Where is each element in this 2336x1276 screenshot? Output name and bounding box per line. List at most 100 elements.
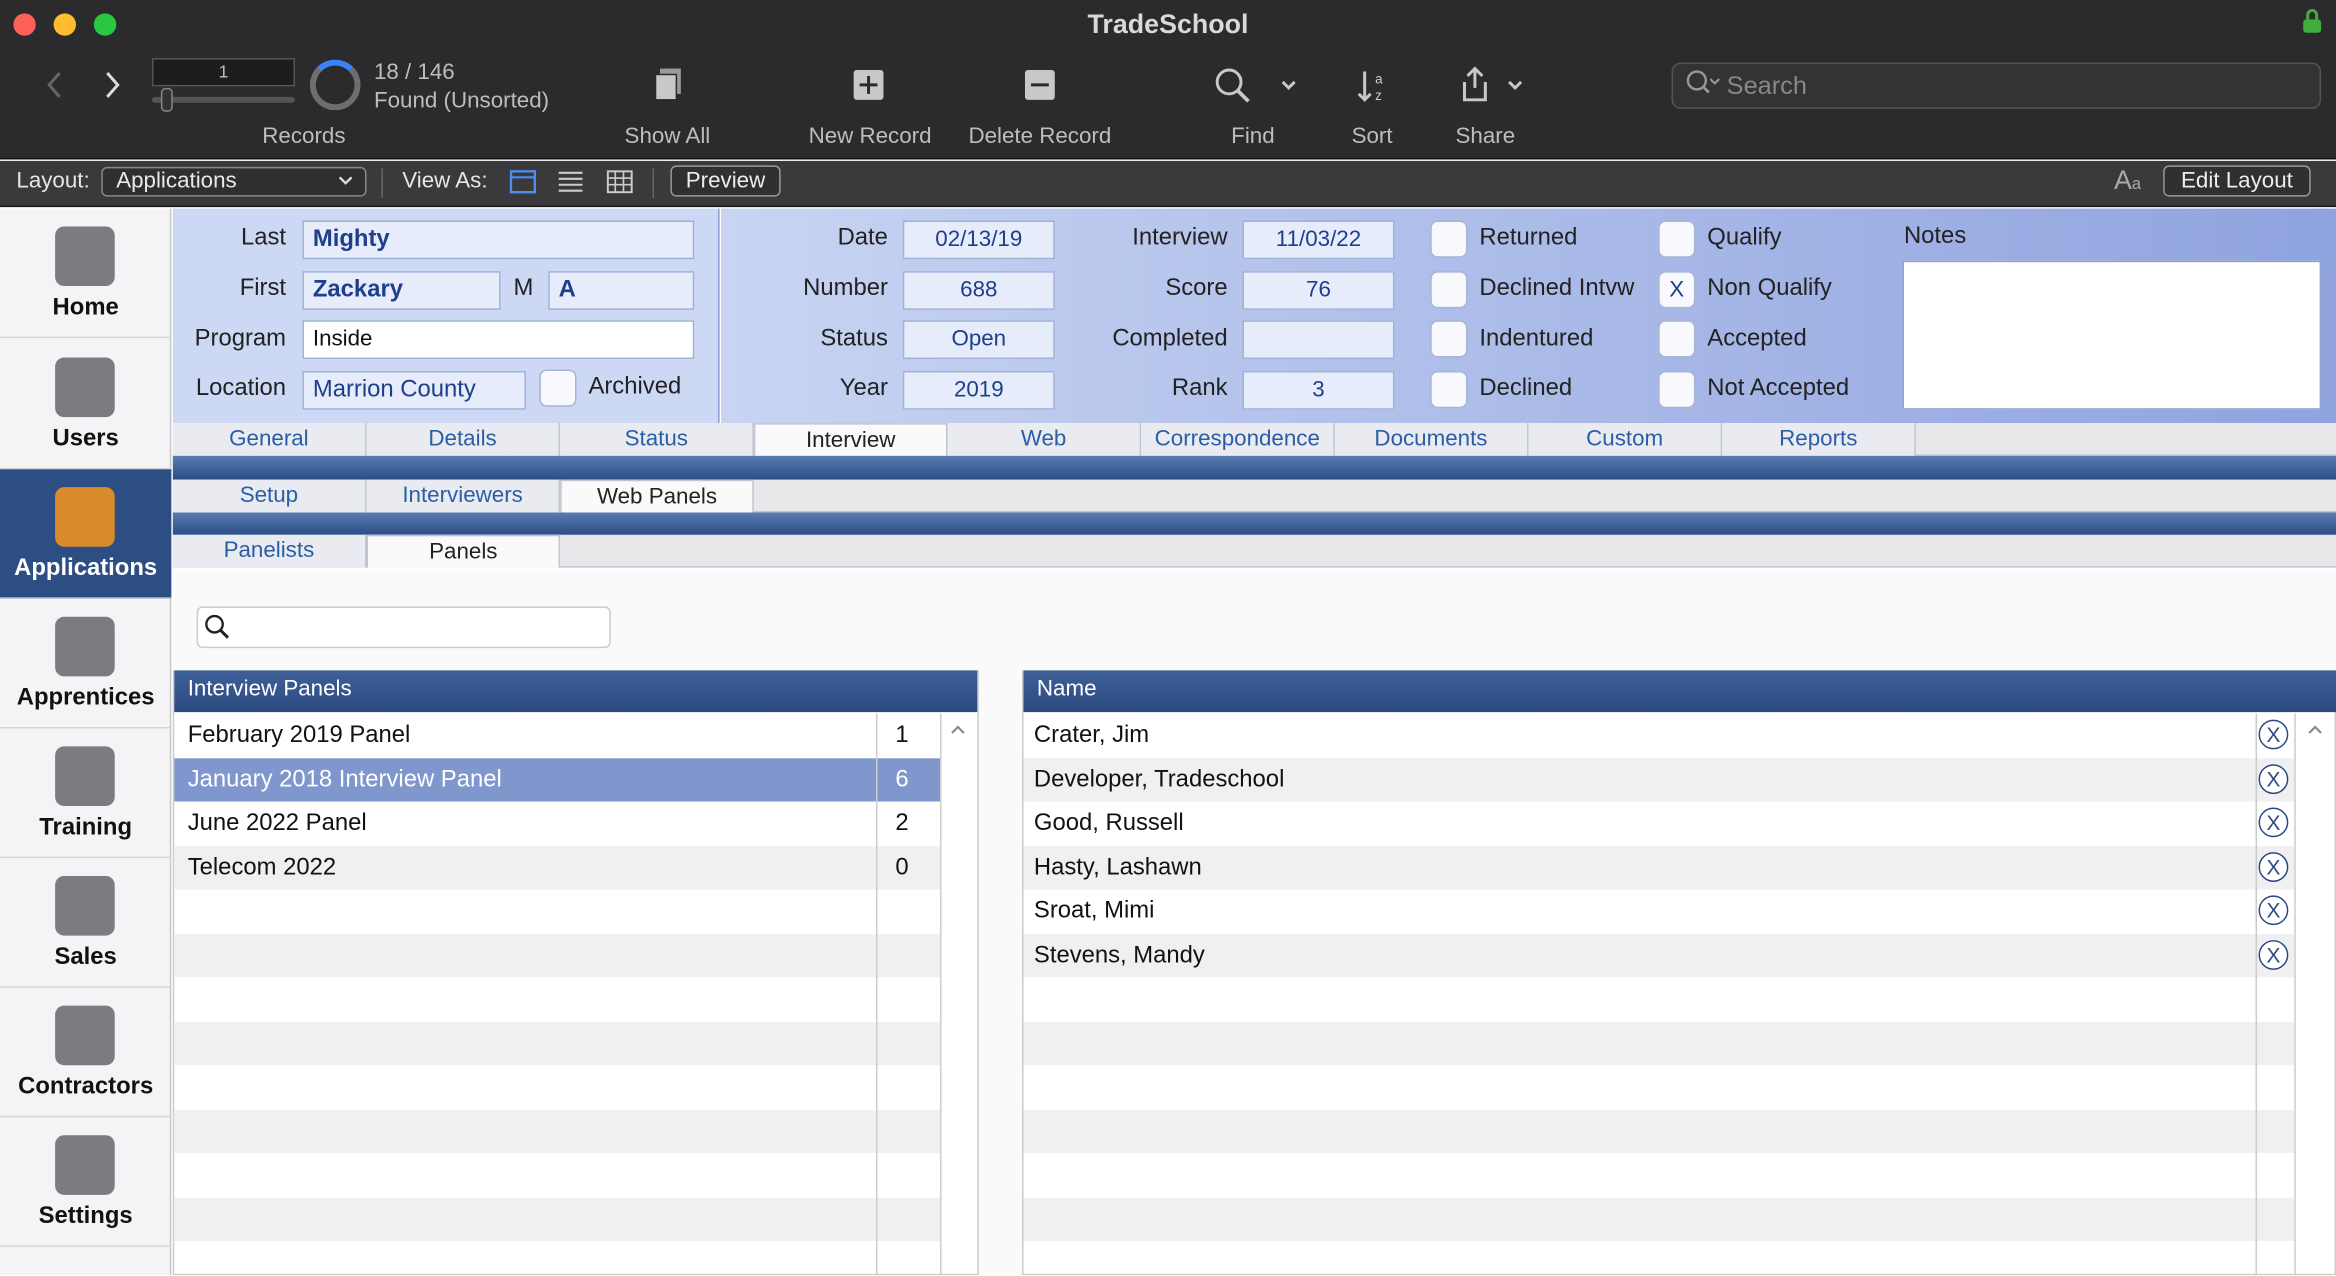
member-row[interactable]: Sroat, Mimi X [1023, 889, 2294, 933]
tab-status[interactable]: Status [560, 423, 754, 456]
tab-reports[interactable]: Reports [1722, 423, 1916, 456]
non-qualify-checkbox[interactable]: X [1658, 271, 1696, 309]
panel-row[interactable]: February 2019 Panel 1 [174, 714, 940, 758]
remove-member-button[interactable]: X [2258, 851, 2289, 882]
declined-intvw-checkbox[interactable] [1430, 271, 1468, 309]
sidebar-item-contractors[interactable]: Contractors [0, 988, 172, 1118]
last-name-field[interactable]: Mighty [302, 220, 695, 260]
remove-member-button[interactable]: X [2258, 807, 2289, 838]
panel-row[interactable]: June 2022 Panel 2 [174, 802, 940, 846]
returned-checkbox[interactable] [1430, 220, 1468, 258]
find-button[interactable]: Find [1208, 124, 1297, 149]
tab-details[interactable]: Details [366, 423, 561, 456]
scroll-up-icon[interactable] [2302, 718, 2329, 742]
sidebar-item-users[interactable]: Users [0, 340, 172, 470]
sidebar-item-home[interactable]: Home [0, 209, 172, 339]
accepted-label: Accepted [1707, 326, 1807, 352]
member-row[interactable]: Developer, Tradeschool X [1023, 757, 2295, 802]
sidebar-item-apprentices[interactable]: Apprentices [0, 599, 172, 729]
number-field[interactable]: 688 [902, 271, 1055, 310]
indentured-checkbox[interactable] [1430, 320, 1468, 358]
list-view-icon[interactable] [557, 170, 584, 194]
record-slider-thumb[interactable] [160, 87, 173, 112]
sort-icon[interactable]: az [1356, 67, 1392, 106]
subsubtab-panels[interactable]: Panels [366, 534, 561, 568]
find-menu-chevron-icon[interactable] [1278, 74, 1299, 95]
member-row[interactable]: Good, Russell X [1023, 802, 2294, 846]
not-accepted-checkbox[interactable] [1658, 370, 1696, 409]
new-record-icon[interactable] [852, 69, 885, 102]
sidebar-item-label: Training [39, 814, 133, 841]
table-view-icon[interactable] [606, 170, 633, 194]
completed-field[interactable] [1242, 320, 1395, 360]
remove-member-button[interactable]: X [2258, 939, 2289, 970]
member-row[interactable]: Crater, Jim X [1023, 714, 2294, 758]
share-icon[interactable] [1459, 66, 1492, 105]
program-field[interactable]: Inside [302, 320, 695, 360]
tab-correspondence[interactable]: Correspondence [1141, 423, 1335, 456]
member-row[interactable]: Hasty, Lashawn X [1023, 845, 2295, 890]
tab-general[interactable]: General [172, 423, 367, 456]
panel-search-input[interactable] [196, 606, 611, 649]
accepted-checkbox[interactable] [1658, 320, 1696, 358]
scrollbar-divider [2294, 713, 2296, 1276]
sidebar-item-applications[interactable]: Applications [0, 469, 172, 599]
preview-button[interactable]: Preview [670, 165, 781, 197]
date-field[interactable]: 02/13/19 [902, 220, 1055, 260]
score-field[interactable]: 76 [1242, 271, 1395, 310]
share-menu-chevron-icon[interactable] [1505, 74, 1526, 95]
sort-button[interactable]: Sort [1327, 124, 1416, 149]
archived-checkbox[interactable] [539, 369, 577, 407]
tab-documents[interactable]: Documents [1334, 423, 1529, 456]
form-view-icon[interactable] [509, 170, 537, 194]
notes-field[interactable] [1902, 260, 2322, 410]
scroll-up-icon[interactable] [945, 718, 972, 742]
panel-row[interactable]: January 2018 Interview Panel 6 [174, 757, 941, 802]
qualify-checkbox[interactable] [1658, 220, 1696, 258]
find-icon[interactable] [1214, 67, 1253, 106]
sidebar-item-sales[interactable]: Sales [0, 858, 172, 988]
subtab-setup[interactable]: Setup [172, 479, 367, 513]
panel-name: January 2018 Interview Panel [187, 766, 502, 792]
status-field[interactable]: Open [902, 320, 1055, 360]
remove-member-button[interactable]: X [2258, 895, 2289, 926]
interview-date-label: Interview [1132, 224, 1228, 251]
font-size-icon[interactable]: Aa [2114, 165, 2147, 195]
member-name: Good, Russell [1033, 810, 1184, 836]
record-number-input[interactable]: 1 [151, 58, 295, 87]
delete-record-button[interactable]: Delete Record [953, 124, 1126, 149]
completed-label: Completed [1112, 326, 1228, 352]
program-label: Program [194, 326, 287, 352]
subtab-interviewers[interactable]: Interviewers [366, 479, 561, 513]
sidebar-item-settings[interactable]: Settings [0, 1117, 172, 1247]
panel-row[interactable]: Telecom 2022 0 [174, 845, 941, 890]
declined-checkbox[interactable] [1430, 370, 1468, 409]
subsubtab-panelists[interactable]: Panelists [172, 534, 367, 568]
location-field[interactable]: Marrion County [302, 370, 526, 410]
sidebar-item-training[interactable]: Training [0, 729, 172, 859]
next-record-button[interactable] [98, 67, 125, 103]
show-all-icon[interactable] [653, 67, 686, 103]
share-button[interactable]: Share [1441, 124, 1530, 149]
new-record-button[interactable]: New Record [796, 124, 945, 149]
record-slider[interactable] [151, 96, 295, 103]
remove-member-button[interactable]: X [2258, 763, 2289, 794]
middle-initial-field[interactable]: A [548, 271, 695, 310]
tab-custom[interactable]: Custom [1528, 423, 1723, 456]
tab-interview[interactable]: Interview [753, 423, 948, 456]
previous-record-button[interactable] [42, 67, 69, 103]
rank-field[interactable]: 3 [1242, 370, 1395, 410]
delete-record-icon[interactable] [1023, 69, 1056, 102]
quick-find-search-input[interactable]: Search [1671, 62, 2322, 109]
first-name-field[interactable]: Zackary [302, 271, 501, 310]
interview-date-field[interactable]: 11/03/22 [1242, 220, 1395, 260]
remove-member-button[interactable]: X [2258, 719, 2289, 750]
edit-layout-button[interactable]: Edit Layout [2163, 165, 2311, 197]
subtab-web-panels[interactable]: Web Panels [560, 479, 754, 513]
member-row[interactable]: Stevens, Mandy X [1023, 933, 2295, 978]
show-all-button[interactable]: Show All [593, 124, 742, 149]
year-field[interactable]: 2019 [902, 370, 1055, 410]
panel-member-count: 0 [895, 854, 909, 880]
tab-web[interactable]: Web [947, 423, 1142, 456]
layout-select[interactable]: Applications [101, 166, 367, 197]
